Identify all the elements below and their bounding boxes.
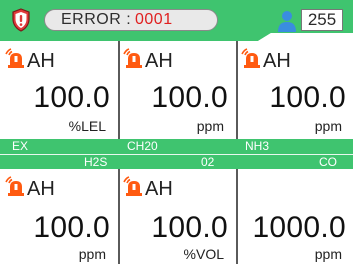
sensor-unit: ppm [314,246,342,262]
gas-label-bottom-2: 02 [201,155,215,169]
band-separator [0,154,353,155]
sensor-unit: ppm [314,118,342,134]
alarm-status: AH [145,178,173,200]
error-indicator[interactable]: ERROR : 0001 [44,9,218,31]
sensor-value: 100.0 [151,81,228,114]
gas-label-bottom-1: H2S [84,155,108,169]
sensor-unit: ppm [196,118,224,134]
sensor-cell-1[interactable]: AH 100.0 %LEL [0,41,117,139]
alarm-status: AH [145,50,173,72]
alarm-status: AH [263,50,291,72]
top-status-bar: ERROR : 0001 255 [0,0,353,41]
gas-label-bottom-3: CO [319,155,337,169]
alarm-status: AH [27,178,55,200]
sensor-unit: %LEL [68,118,106,134]
error-label: ERROR : [61,11,132,28]
sensor-cell-2[interactable]: AH 100.0 ppm [118,41,235,139]
alarm-light-icon [5,48,24,68]
sensor-unit: %VOL [183,246,224,262]
gas-label-top-1: EX [12,139,29,153]
sensor-cell-5[interactable]: AH 100.0 %VOL [118,169,235,264]
gas-label-band: EX CH20 NH3 H2S 02 CO [0,139,353,169]
sensor-cell-6[interactable]: 1000.0 ppm [236,169,353,264]
sensor-cell-4[interactable]: AH 100.0 ppm [0,169,117,264]
alarm-light-icon [123,176,142,196]
alarm-light-icon [123,48,142,68]
sensor-value: 100.0 [33,81,110,114]
shield-alert-icon [12,8,30,32]
gas-label-top-2: CH20 [127,139,158,153]
gas-label-top-3: NH3 [245,139,270,153]
sensor-value: 100.0 [33,211,110,244]
error-code: 0001 [135,11,173,28]
alarm-status: AH [27,50,55,72]
user-count: 255 [301,9,343,31]
alarm-light-icon [241,48,260,68]
user-icon [278,11,296,32]
sensor-value: 100.0 [269,81,346,114]
sensor-unit: ppm [78,246,106,262]
alarm-light-icon [5,176,24,196]
sensor-value: 1000.0 [252,211,346,244]
sensor-value: 100.0 [151,211,228,244]
sensor-cell-3[interactable]: AH 100.0 ppm [236,41,353,139]
